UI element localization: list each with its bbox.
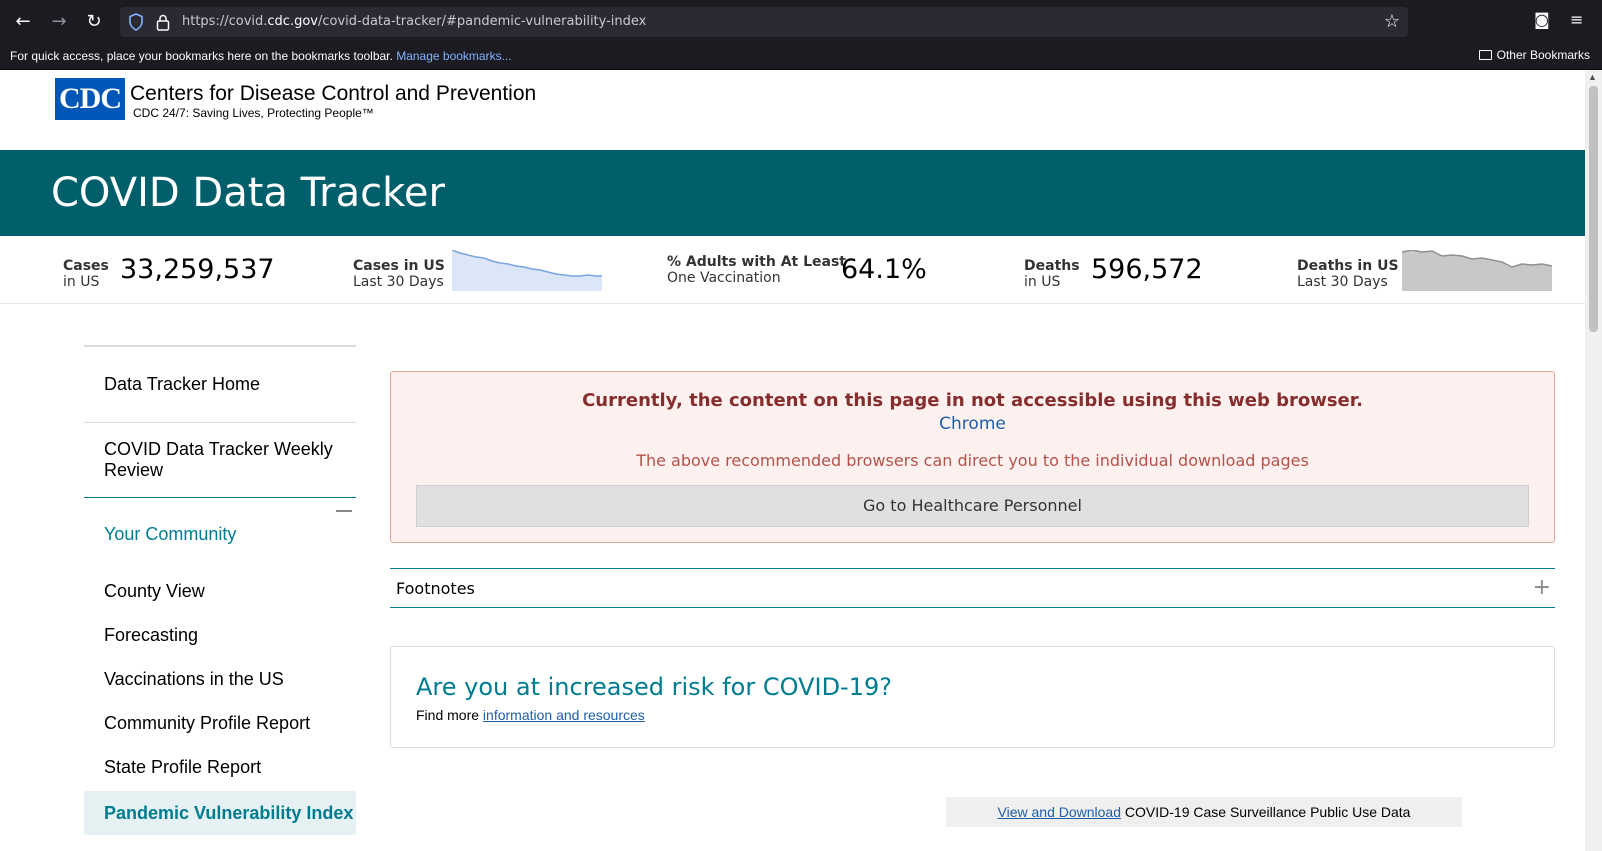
shield-icon[interactable] xyxy=(128,13,144,31)
deaths-trend-label: Deaths in US Last 30 Days xyxy=(1297,258,1399,290)
browser-toolbar: ← → ↻ https://covid.cdc.gov/covid-data-t… xyxy=(0,0,1602,42)
sidebar-item-pandemic-vulnerability-index[interactable]: Pandemic Vulnerability Index xyxy=(84,791,356,835)
menu-icon[interactable]: ≡ xyxy=(1570,10,1583,29)
title-banner: COVID Data Tracker xyxy=(0,150,1585,236)
alert-title: Currently, the content on this page in n… xyxy=(582,390,1363,411)
bookmark-star-icon[interactable]: ☆ xyxy=(1384,11,1400,32)
back-icon[interactable]: ← xyxy=(10,9,36,35)
other-bookmarks-button[interactable]: Other Bookmarks xyxy=(1478,48,1590,62)
footnotes-label: Footnotes xyxy=(396,579,475,598)
scroll-up-icon[interactable]: ▲ xyxy=(1588,72,1597,82)
cases-value: 33,259,537 xyxy=(120,254,275,285)
cases-trend-label: Cases in US Last 30 Days xyxy=(353,258,445,290)
bookmarks-hint: For quick access, place your bookmarks h… xyxy=(10,49,512,63)
risk-title[interactable]: Are you at increased risk for COVID-19? xyxy=(416,673,892,701)
expand-icon[interactable]: + xyxy=(1533,575,1551,600)
sidebar-item-forecasting[interactable]: Forecasting xyxy=(84,615,356,659)
chrome-link: Chrome xyxy=(391,414,1554,434)
sidebar-item-community-profile-report[interactable]: Community Profile Report xyxy=(84,703,356,747)
cdc-logo[interactable]: CDC xyxy=(55,78,125,120)
lock-icon[interactable] xyxy=(156,13,170,31)
deaths-label: Deaths in US xyxy=(1024,258,1080,290)
info-resources-link[interactable]: information and resources xyxy=(483,707,645,723)
chrome-link-text[interactable]: Chrome xyxy=(939,414,1006,434)
sidebar-item-weekly-review[interactable]: COVID Data Tracker Weekly Review xyxy=(84,423,356,497)
forward-icon[interactable]: → xyxy=(46,9,72,35)
scrollbar-thumb[interactable] xyxy=(1589,86,1598,332)
risk-info-card: Are you at increased risk for COVID-19? … xyxy=(390,646,1555,748)
vaccination-value: 64.1% xyxy=(841,254,927,285)
page-scrollbar[interactable]: ▲ xyxy=(1585,70,1602,851)
sidebar-item-home[interactable]: Data Tracker Home xyxy=(84,347,356,422)
page-title: COVID Data Tracker xyxy=(51,170,445,216)
url-text[interactable]: https://covid.cdc.gov/covid-data-tracker… xyxy=(182,14,646,29)
org-name[interactable]: Centers for Disease Control and Preventi… xyxy=(130,82,536,106)
url-bar[interactable]: https://covid.cdc.gov/covid-data-tracker… xyxy=(120,7,1408,37)
page-content: CDC Centers for Disease Control and Prev… xyxy=(0,70,1585,851)
org-tagline: CDC 24/7: Saving Lives, Protecting Peopl… xyxy=(133,106,374,120)
browser-warning-alert: Currently, the content on this page in n… xyxy=(390,371,1555,543)
collapse-icon[interactable] xyxy=(336,510,352,512)
footnotes-accordion[interactable]: Footnotes + xyxy=(390,568,1555,608)
sidebar-nav: Data Tracker Home COVID Data Tracker Wee… xyxy=(84,345,356,835)
reload-icon[interactable]: ↻ xyxy=(81,9,107,35)
deaths-sparkline[interactable] xyxy=(1402,250,1552,291)
alert-subtitle: The above recommended browsers can direc… xyxy=(636,451,1309,470)
cases-sparkline[interactable] xyxy=(452,250,602,291)
other-bookmarks-label: Other Bookmarks xyxy=(1496,48,1590,62)
view-download-link[interactable]: View and Download xyxy=(998,804,1122,820)
cases-label: Cases in US xyxy=(63,258,109,290)
manage-bookmarks-link[interactable]: Manage bookmarks... xyxy=(396,49,511,63)
bookmarks-toolbar: For quick access, place your bookmarks h… xyxy=(0,42,1602,70)
healthcare-personnel-button[interactable]: Go to Healthcare Personnel xyxy=(416,485,1529,527)
sidebar-community-label: Your Community xyxy=(104,524,237,544)
deaths-value: 596,572 xyxy=(1091,254,1203,285)
sidebar-item-vaccinations[interactable]: Vaccinations in the US xyxy=(84,659,356,703)
download-data-bar: View and Download COVID-19 Case Surveill… xyxy=(946,797,1462,827)
stats-bar: Cases in US 33,259,537 Cases in US Last 30… xyxy=(0,236,1585,304)
sidebar-item-county-view[interactable]: County View xyxy=(84,571,356,615)
sidebar-item-state-profile-report[interactable]: State Profile Report xyxy=(84,747,356,791)
pocket-icon[interactable]: ◙ xyxy=(1534,10,1550,29)
vaccination-label: % Adults with At Least One Vaccination xyxy=(667,254,846,286)
folder-icon xyxy=(1478,50,1492,60)
sidebar-item-your-community[interactable]: Your Community xyxy=(84,498,356,571)
cdc-header: CDC Centers for Disease Control and Prev… xyxy=(0,70,1585,150)
risk-subtitle: Find more information and resources xyxy=(416,707,645,723)
